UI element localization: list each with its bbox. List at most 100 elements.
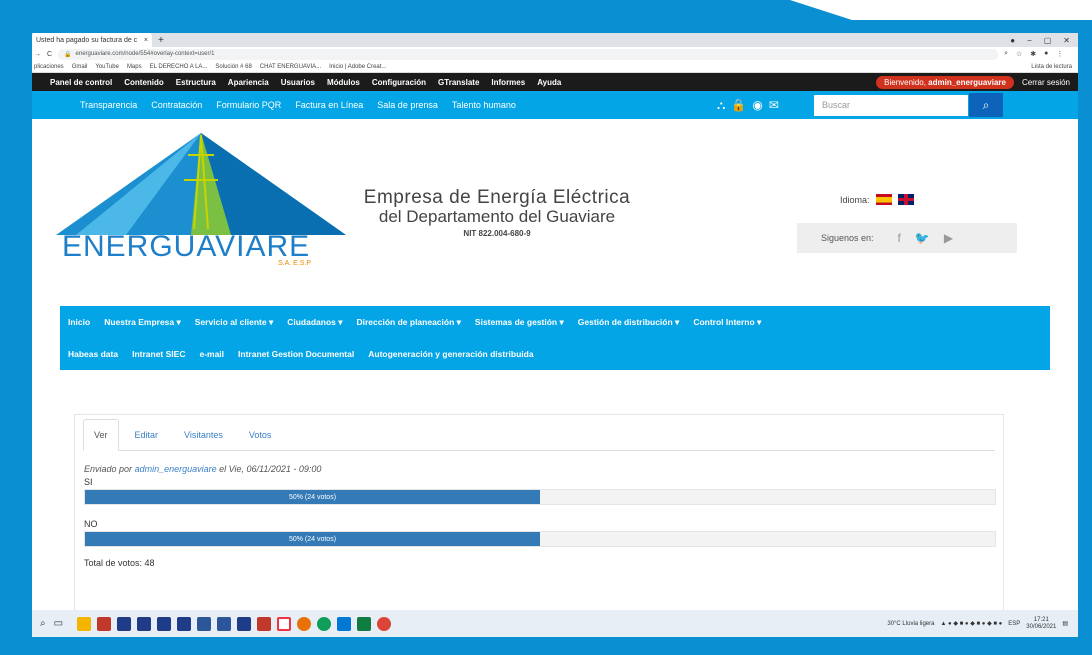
language-indicator[interactable]: ESP [1008,621,1020,627]
app-icon[interactable] [337,616,352,631]
file-explorer-icon[interactable] [77,616,92,631]
bookmark-item[interactable]: CHAT ENERGUAVIA... [260,64,321,70]
app-icon[interactable] [237,616,252,631]
nav-item[interactable]: Ciudadanos ▾ [287,317,342,328]
nav-item[interactable]: Habeas data [68,349,118,359]
youtube-icon[interactable]: ▶ [944,231,953,245]
company-logo[interactable]: ENERGUAVIARE S.A. E.S.P [56,125,346,265]
spanish-flag-icon[interactable] [875,194,892,205]
nav-item[interactable]: Gestión de distribución ▾ [578,317,680,328]
admin-menu-item[interactable]: GTranslate [438,78,479,87]
chrome-icon[interactable] [377,616,392,631]
top-link[interactable]: Factura en Línea [295,100,363,110]
extensions-icon[interactable]: ✱ [1030,50,1036,58]
bookmark-item[interactable]: plicaciones [34,64,64,70]
mail-icon[interactable]: ✉ [769,98,779,112]
app-icon[interactable] [177,616,192,631]
word-icon[interactable] [217,616,232,631]
nav-item[interactable]: Servicio al cliente ▾ [195,317,273,328]
admin-menu-item[interactable]: Configuración [372,78,426,87]
task-view-icon[interactable]: ▭ [54,618,63,629]
chrome-icon[interactable] [297,616,312,631]
nav-item[interactable]: Dirección de planeación ▾ [357,317,461,328]
admin-menu-item[interactable]: Apariencia [228,78,269,87]
maximize-icon[interactable]: ▢ [1044,36,1052,45]
admin-menu-item[interactable]: Módulos [327,78,360,87]
app-icon[interactable] [97,616,112,631]
nav-item[interactable]: Autogeneración y generación distribuida [368,349,533,359]
facebook-icon[interactable]: f [898,231,901,245]
nav-item[interactable]: Intranet SIEC [132,349,185,359]
nav-item[interactable]: Nuestra Empresa ▾ [104,317,181,328]
top-link[interactable]: Transparencia [80,100,137,110]
notifications-icon[interactable]: ▤ [1062,620,1068,627]
twitter-icon[interactable]: 🐦 [915,231,930,245]
excel-icon[interactable] [357,616,372,631]
welcome-prefix: Bienvenido, [884,77,926,87]
option-progress-bar: 50% (24 votos) [84,489,996,505]
tab-editar[interactable]: Editar [125,430,169,450]
zoom-icon[interactable]: ⌕ [1004,50,1008,58]
bookmark-item[interactable]: Maps [127,64,142,70]
admin-menu-item[interactable]: Contenido [124,78,164,87]
tray-icons[interactable]: ▲ ● ◆ ■ ● ◆ ■ ● ◆ ■ ● [940,620,1002,627]
app-icon[interactable] [157,616,172,631]
bookmark-item[interactable]: Solución # 68 [215,64,251,70]
admin-menu-item[interactable]: Usuarios [281,78,315,87]
clock-time: 17:21 [1033,616,1049,623]
globe-icon[interactable]: ◉ [752,98,762,112]
admin-menu-item[interactable]: Panel de control [50,78,112,87]
browser-tabbar: Usted ha pagado su factura de c × + ● − … [32,33,1078,47]
bookmark-item[interactable]: EL DERECHO A LA... [150,64,208,70]
url-input[interactable]: 🔒 energuaviare.com/node/554#overlay-cont… [58,48,999,60]
app-icon[interactable] [137,616,152,631]
new-tab-icon[interactable]: + [158,35,164,46]
search-button[interactable]: ⌕ [969,93,1003,117]
sitemap-icon[interactable]: ⛬ [717,98,725,113]
window-close-icon[interactable]: ✕ [1063,36,1070,45]
profile-icon[interactable]: ● [1010,36,1015,45]
app-icon[interactable] [257,616,272,631]
close-icon[interactable]: × [144,37,148,44]
acrobat-icon[interactable] [277,616,292,631]
nav-item[interactable]: Sistemas de gestión ▾ [475,317,564,328]
nav-item[interactable]: Inicio [68,317,90,327]
avatar[interactable]: ● [1044,50,1048,58]
clock[interactable]: 17:21 30/06/2021 [1026,617,1056,631]
nav-item[interactable]: Intranet Gestion Documental [238,349,354,359]
tab-ver[interactable]: Ver [83,419,119,451]
top-link[interactable]: Contratación [151,100,202,110]
bookmark-item[interactable]: Inicio | Adobe Creat... [329,64,386,70]
star-icon[interactable]: ☆ [1016,50,1022,58]
chrome-icon[interactable] [317,616,332,631]
author-link[interactable]: admin_energuaviare [135,464,217,474]
word-icon[interactable] [197,616,212,631]
tab-votos[interactable]: Votos [239,430,282,450]
search-icon[interactable]: ⌕ [40,618,46,629]
reading-list[interactable]: Lista de lectura [1031,64,1078,70]
admin-menu-item[interactable]: Estructura [176,78,216,87]
top-link[interactable]: Formulario PQR [216,100,281,110]
top-link[interactable]: Talento humano [452,100,516,110]
top-link[interactable]: Sala de prensa [377,100,438,110]
browser-tab[interactable]: Usted ha pagado su factura de c × [32,33,152,47]
lock-icon[interactable]: 🔒 [731,98,746,112]
menu-icon[interactable]: ⋮ [1056,50,1063,58]
nav-item[interactable]: Control Interno ▾ [693,317,761,328]
nav-item[interactable]: e-mail [199,349,224,359]
reload-icon[interactable]: C [47,51,52,58]
bookmark-item[interactable]: Gmail [72,64,88,70]
admin-menu-item[interactable]: Informes [491,78,525,87]
tab-visitantes[interactable]: Visitantes [174,430,233,450]
english-flag-icon[interactable] [897,194,914,205]
logout-link[interactable]: Cerrar sesión [1022,78,1070,87]
weather-text[interactable]: 30°C Lluvia ligera [887,621,934,627]
welcome-badge[interactable]: Bienvenido, admin_energuaviare [876,75,1014,89]
welcome-user: admin_energuaviare [928,77,1006,87]
minimize-icon[interactable]: − [1027,36,1032,45]
admin-menu-item[interactable]: Ayuda [537,78,561,87]
app-icon[interactable] [117,616,132,631]
bookmark-item[interactable]: YouTube [95,64,119,70]
search-input[interactable]: Buscar [814,95,968,116]
forward-icon[interactable]: → [34,51,41,58]
